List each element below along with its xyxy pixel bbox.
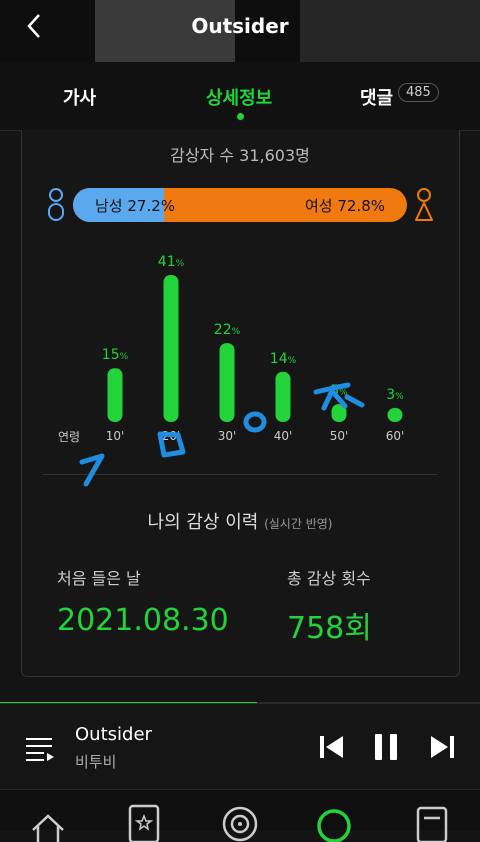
more-menu-icon[interactable] — [412, 802, 452, 842]
age-bar-3 — [275, 371, 291, 422]
mini-player: Outsider 비투비 — [0, 703, 480, 790]
home-icon[interactable] — [28, 802, 68, 842]
first-listen-value: 2021.08.30 — [57, 603, 229, 638]
history-title-text: 나의 감상 이력 — [147, 512, 259, 533]
age-bar-1 — [163, 275, 179, 422]
total-plays-value: 758회 — [287, 611, 372, 646]
player-tab-icon[interactable] — [314, 802, 354, 842]
storage-box-icon[interactable] — [124, 802, 164, 842]
age-bar-value-0: 15% — [102, 347, 129, 363]
comment-count-badge: 485 — [398, 83, 439, 102]
pause-icon[interactable] — [370, 731, 402, 763]
male-person-icon — [48, 188, 64, 221]
age-bar-value-5: 3% — [386, 387, 404, 403]
total-plays-label: 총 감상 횟수 — [287, 569, 371, 588]
age-chart: 15% 10' 41% 20' 22% 30' 14% 40' 5% 50' 3% 60' — [102, 254, 405, 443]
age-category-label-3: 40' — [274, 429, 293, 443]
tab-comments[interactable]: 댓글 — [360, 84, 393, 110]
age-bar-value-3: 14% — [270, 351, 297, 367]
first-listen-label: 처음 들은 날 — [57, 569, 141, 588]
tab-detail[interactable]: 상세정보 — [206, 84, 272, 110]
tab-comments-label: 댓글 — [360, 88, 394, 109]
listener-count: 감상자 수 31,603명 — [170, 146, 310, 165]
previous-track-icon[interactable] — [316, 731, 348, 763]
active-tab-indicator — [237, 113, 244, 120]
divider — [43, 474, 437, 475]
next-track-icon[interactable] — [426, 731, 458, 763]
playlist-icon[interactable] — [24, 735, 56, 763]
age-category-label-5: 60' — [386, 429, 405, 443]
age-bar-2 — [219, 343, 235, 422]
radio-icon[interactable] — [220, 802, 260, 842]
age-bar-value-4: 5% — [330, 383, 348, 399]
history-subtitle: (실시간 반영) — [264, 517, 333, 531]
header: Outsider — [0, 0, 480, 62]
song-artist[interactable]: 비투비 — [75, 751, 116, 772]
age-category-label-4: 50' — [330, 429, 349, 443]
age-bar-5 — [387, 408, 403, 422]
age-bar-4 — [331, 404, 347, 422]
age-bar-value-2: 22% — [214, 322, 241, 338]
tab-lyrics[interactable]: 가사 — [63, 84, 96, 110]
age-bar-value-1: 41% — [158, 254, 185, 270]
page-title: Outsider — [191, 14, 289, 38]
age-category-label-0: 10' — [106, 429, 125, 443]
female-person-icon — [415, 188, 433, 221]
tab-bar: 가사 상세정보 댓글 485 — [0, 62, 480, 131]
history-title: 나의 감상 이력 (실시간 반영) — [0, 508, 480, 534]
song-title[interactable]: Outsider — [75, 724, 152, 745]
age-category-label-1: 20' — [162, 429, 181, 443]
male-ratio-label: 남성 27.2% — [95, 197, 176, 215]
age-bar-0 — [107, 368, 123, 422]
age-category-label-2: 30' — [218, 429, 237, 443]
bottom-nav — [0, 789, 480, 842]
female-ratio-label: 여성 72.8% — [304, 197, 385, 215]
